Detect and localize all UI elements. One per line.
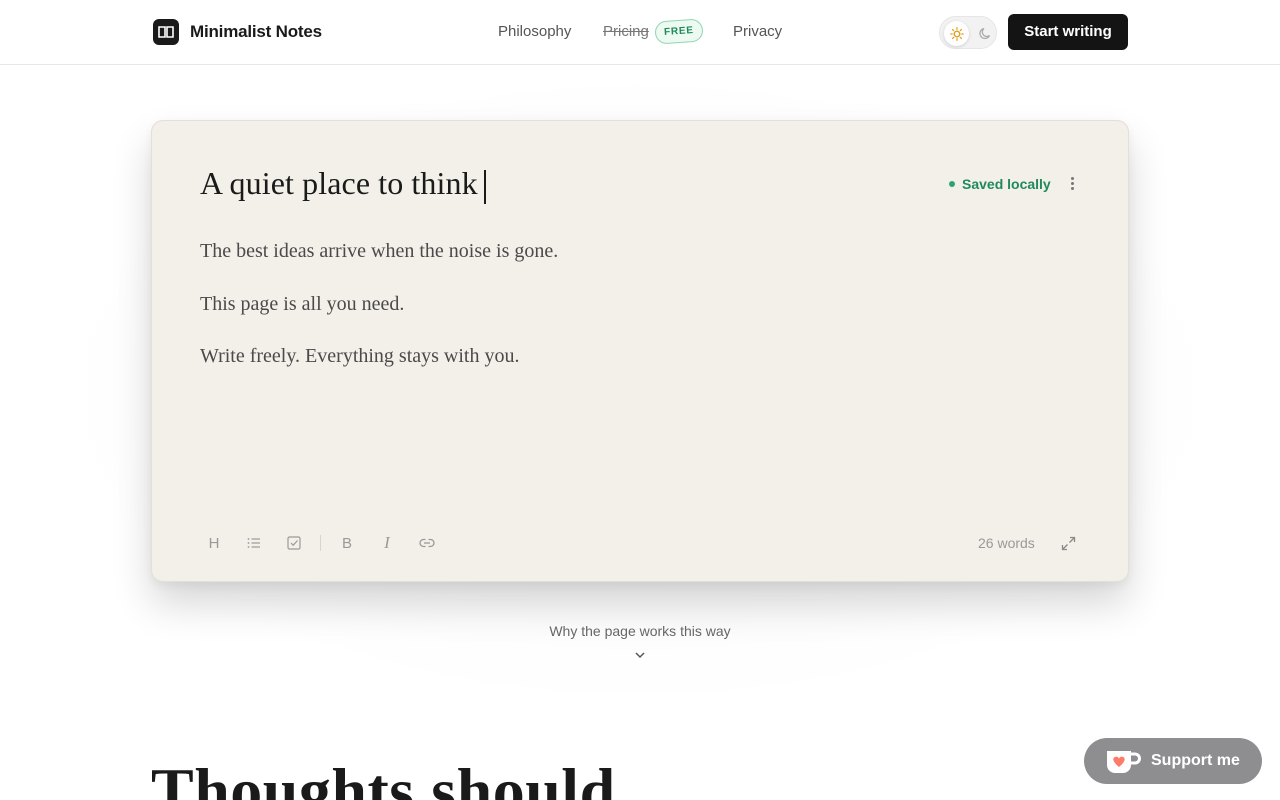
coffee-cup-icon xyxy=(1104,745,1142,777)
save-status-label: Saved locally xyxy=(962,176,1051,192)
section-headline: Thoughts should xyxy=(151,755,616,800)
note-paragraph[interactable]: Write freely. Everything stays with you. xyxy=(200,345,519,368)
bold-icon[interactable]: B xyxy=(335,531,359,555)
save-status: Saved locally xyxy=(949,176,1051,192)
note-title[interactable]: A quiet place to think xyxy=(200,165,486,204)
start-writing-button[interactable]: Start writing xyxy=(1008,14,1128,50)
note-paragraph[interactable]: This page is all you need. xyxy=(200,293,404,316)
support-label: Support me xyxy=(1151,752,1240,769)
word-count: 26 words xyxy=(978,535,1035,551)
chevron-down-icon[interactable] xyxy=(633,648,647,662)
toolbar-divider xyxy=(320,535,321,551)
bulleted-list-icon[interactable] xyxy=(242,531,266,555)
note-title-text[interactable]: A quiet place to think xyxy=(200,165,478,201)
nav-philosophy[interactable]: Philosophy xyxy=(498,23,571,40)
more-options-icon[interactable] xyxy=(1064,174,1080,192)
expand-icon[interactable] xyxy=(1056,531,1080,555)
note-paragraph[interactable]: The best ideas arrive when the noise is … xyxy=(200,240,558,263)
moon-icon[interactable] xyxy=(973,21,998,46)
sun-icon[interactable] xyxy=(944,21,969,46)
italic-icon[interactable]: I xyxy=(375,531,399,555)
theme-toggle[interactable] xyxy=(939,16,997,49)
nav-privacy[interactable]: Privacy xyxy=(733,23,782,40)
nav-pricing[interactable]: Pricing xyxy=(603,23,649,40)
why-link[interactable]: Why the page works this way xyxy=(0,623,1280,639)
link-icon[interactable] xyxy=(415,531,439,555)
text-caret xyxy=(483,170,486,204)
checkbox-icon[interactable] xyxy=(282,531,306,555)
heading-icon[interactable]: H xyxy=(202,531,226,555)
editor-card: A quiet place to think Saved locally The… xyxy=(151,120,1129,582)
status-dot-icon xyxy=(949,181,955,187)
support-button[interactable]: Support me xyxy=(1084,738,1262,784)
free-badge: FREE xyxy=(654,18,704,45)
site-header: Minimalist Notes Philosophy Pricing FREE… xyxy=(0,0,1280,65)
